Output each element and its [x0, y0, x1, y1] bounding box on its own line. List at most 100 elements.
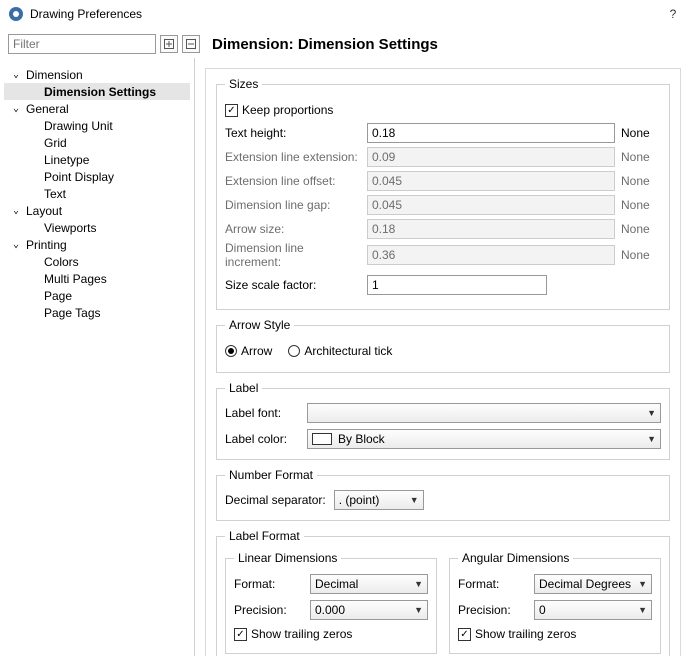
expand-all-button[interactable]: [160, 35, 178, 53]
tree-item-label: Colors: [44, 255, 79, 269]
size-row-label: Extension line offset:: [225, 174, 361, 188]
tree-parent-item[interactable]: ⌄ General: [4, 100, 190, 117]
help-button[interactable]: ?: [663, 7, 683, 21]
tree-child-item[interactable]: Viewports: [4, 219, 190, 236]
size-row-input: [367, 147, 615, 167]
chevron-down-icon[interactable]: ⌄: [10, 69, 22, 80]
size-row: Extension line offset:None: [225, 169, 661, 193]
tree-child-item[interactable]: Point Display: [4, 168, 190, 185]
decimal-separator-combo[interactable]: . (point) ▼: [334, 490, 424, 510]
angular-precision-value: 0: [539, 603, 546, 617]
sidebar: ⌄Dimension Dimension Settings ⌄ General Draw…: [0, 58, 195, 656]
label-fieldset: Label Label font: ▼ Label color: By Bloc…: [216, 381, 670, 460]
angular-format-value: Decimal Degrees: [539, 577, 631, 591]
tree-child-item[interactable]: Drawing Unit: [4, 117, 190, 134]
size-row-label: Dimension line increment:: [225, 241, 361, 269]
angular-dimensions-fieldset: Angular Dimensions Format: Decimal Degre…: [449, 551, 661, 654]
tree-child-item[interactable]: Multi Pages: [4, 270, 190, 287]
arrow-radio-label: Arrow: [241, 344, 272, 358]
arrow-style-fieldset: Arrow Style Arrow Architectural tick: [216, 318, 670, 373]
linear-precision-value: 0.000: [315, 603, 345, 617]
chevron-down-icon: ▼: [414, 605, 423, 615]
tree-item-label: Dimension Settings: [44, 85, 156, 99]
keep-proportions-checkbox[interactable]: ✓ Keep proportions: [225, 99, 661, 121]
size-row: Dimension line gap: None: [225, 193, 661, 217]
tree-item-label: Viewports: [44, 221, 96, 235]
tree-item-label: General: [26, 102, 69, 116]
chevron-down-icon: ▼: [638, 579, 647, 589]
tree-parent-item[interactable]: ⌄Layout: [4, 202, 190, 219]
preferences-window: Drawing Preferences ? Dimension: Dimensi…: [0, 0, 691, 658]
tree-item-label: Text: [44, 187, 66, 201]
tree-child-item[interactable]: Page Tags: [4, 304, 190, 321]
angular-precision-combo[interactable]: 0 ▼: [534, 600, 652, 620]
tree-parent-item[interactable]: ⌄Dimension: [4, 66, 190, 83]
linear-legend: Linear Dimensions: [234, 551, 341, 565]
label-format-legend: Label Format: [225, 529, 304, 543]
chevron-down-icon[interactable]: ⌄: [10, 239, 22, 250]
checkbox-icon: ✓: [234, 628, 247, 641]
size-row-unit: None: [621, 126, 661, 140]
tree-item-label: Drawing Unit: [44, 119, 113, 133]
settings-panel: Sizes ✓ Keep proportions Text height:Non…: [205, 68, 681, 656]
tree-child-item[interactable]: Text: [4, 185, 190, 202]
label-format-fieldset: Label Format Linear Dimensions Format: D…: [216, 529, 670, 656]
chevron-down-icon: ▼: [414, 579, 423, 589]
tree-child-item[interactable]: Grid: [4, 134, 190, 151]
linear-precision-combo[interactable]: 0.000 ▼: [310, 600, 428, 620]
tree-item-label: Page Tags: [44, 306, 101, 320]
angular-precision-label: Precision:: [458, 603, 528, 617]
size-row-input: [367, 219, 615, 239]
label-font-combo[interactable]: ▼: [307, 403, 661, 423]
color-swatch-icon: [312, 433, 332, 445]
arrow-radio[interactable]: Arrow: [225, 340, 272, 362]
chevron-down-icon[interactable]: ⌄: [10, 103, 22, 114]
app-icon: [8, 6, 24, 22]
category-tree: ⌄Dimension Dimension Settings ⌄ General Draw…: [0, 62, 194, 325]
label-color-combo[interactable]: By Block ▼: [307, 429, 661, 449]
sizes-fieldset: Sizes ✓ Keep proportions Text height:Non…: [216, 77, 670, 310]
size-row-label: Arrow size:: [225, 222, 361, 236]
tree-parent-item[interactable]: ⌄Printing: [4, 236, 190, 253]
linear-format-combo[interactable]: Decimal ▼: [310, 574, 428, 594]
tree-child-item[interactable]: Dimension Settings: [4, 83, 190, 100]
keep-proportions-label: Keep proportions: [242, 103, 333, 117]
size-row-unit: None: [621, 150, 661, 164]
tree-child-item[interactable]: Colors: [4, 253, 190, 270]
collapse-all-button[interactable]: [182, 35, 200, 53]
size-row-input[interactable]: [367, 123, 615, 143]
number-format-fieldset: Number Format Decimal separator: . (poin…: [216, 468, 670, 521]
size-row: Dimension line increment:None: [225, 241, 661, 265]
number-format-legend: Number Format: [225, 468, 317, 482]
linear-trailing-checkbox[interactable]: ✓ Show trailing zeros: [234, 623, 428, 645]
chevron-down-icon: ▼: [410, 495, 419, 505]
chevron-down-icon[interactable]: ⌄: [10, 205, 22, 216]
angular-format-combo[interactable]: Decimal Degrees ▼: [534, 574, 652, 594]
linear-format-value: Decimal: [315, 577, 358, 591]
chevron-down-icon: ▼: [647, 434, 656, 444]
label-legend: Label: [225, 381, 262, 395]
scale-factor-input[interactable]: [367, 275, 547, 295]
angular-format-label: Format:: [458, 577, 528, 591]
filter-input[interactable]: [8, 34, 156, 54]
architectural-tick-radio[interactable]: Architectural tick: [288, 340, 392, 362]
window-title: Drawing Preferences: [30, 7, 663, 21]
chevron-down-icon: ▼: [647, 408, 656, 418]
size-row-label: Dimension line gap:: [225, 198, 361, 212]
tree-child-item[interactable]: Linetype: [4, 151, 190, 168]
radio-icon: [225, 345, 237, 357]
tree-item-label: Multi Pages: [44, 272, 107, 286]
linear-trailing-label: Show trailing zeros: [251, 627, 352, 641]
angular-legend: Angular Dimensions: [458, 551, 573, 565]
page-title: Dimension: Dimension Settings: [212, 36, 438, 53]
size-row-unit: None: [621, 198, 661, 212]
tree-item-label: Point Display: [44, 170, 114, 184]
size-row-unit: None: [621, 248, 661, 262]
label-color-value: By Block: [338, 432, 385, 446]
size-row-label: Text height:: [225, 126, 361, 140]
tree-item-label: Linetype: [44, 153, 89, 167]
linear-precision-label: Precision:: [234, 603, 304, 617]
angular-trailing-checkbox[interactable]: ✓ Show trailing zeros: [458, 623, 652, 645]
tree-child-item[interactable]: Page: [4, 287, 190, 304]
chevron-down-icon: ▼: [638, 605, 647, 615]
